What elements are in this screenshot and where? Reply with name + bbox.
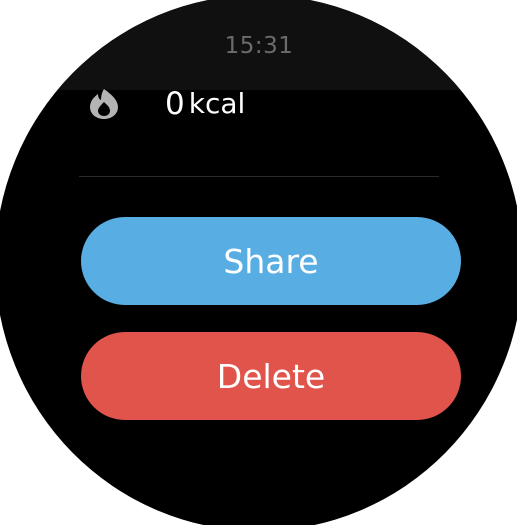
share-button-label: Share — [223, 241, 319, 281]
divider — [79, 176, 439, 177]
watch-face: 15:31 0 kcal Share Delete — [0, 0, 517, 525]
flame-icon — [90, 89, 118, 119]
screen: 15:31 0 kcal Share Delete — [0, 0, 517, 525]
share-button[interactable]: Share — [81, 217, 461, 305]
delete-button-label: Delete — [216, 356, 326, 396]
delete-button[interactable]: Delete — [81, 332, 461, 420]
clock-time: 15:31 — [224, 33, 294, 59]
calorie-unit: kcal — [188, 87, 246, 120]
calorie-value: 0 — [165, 86, 185, 122]
calorie-row: 0 kcal — [87, 83, 245, 125]
